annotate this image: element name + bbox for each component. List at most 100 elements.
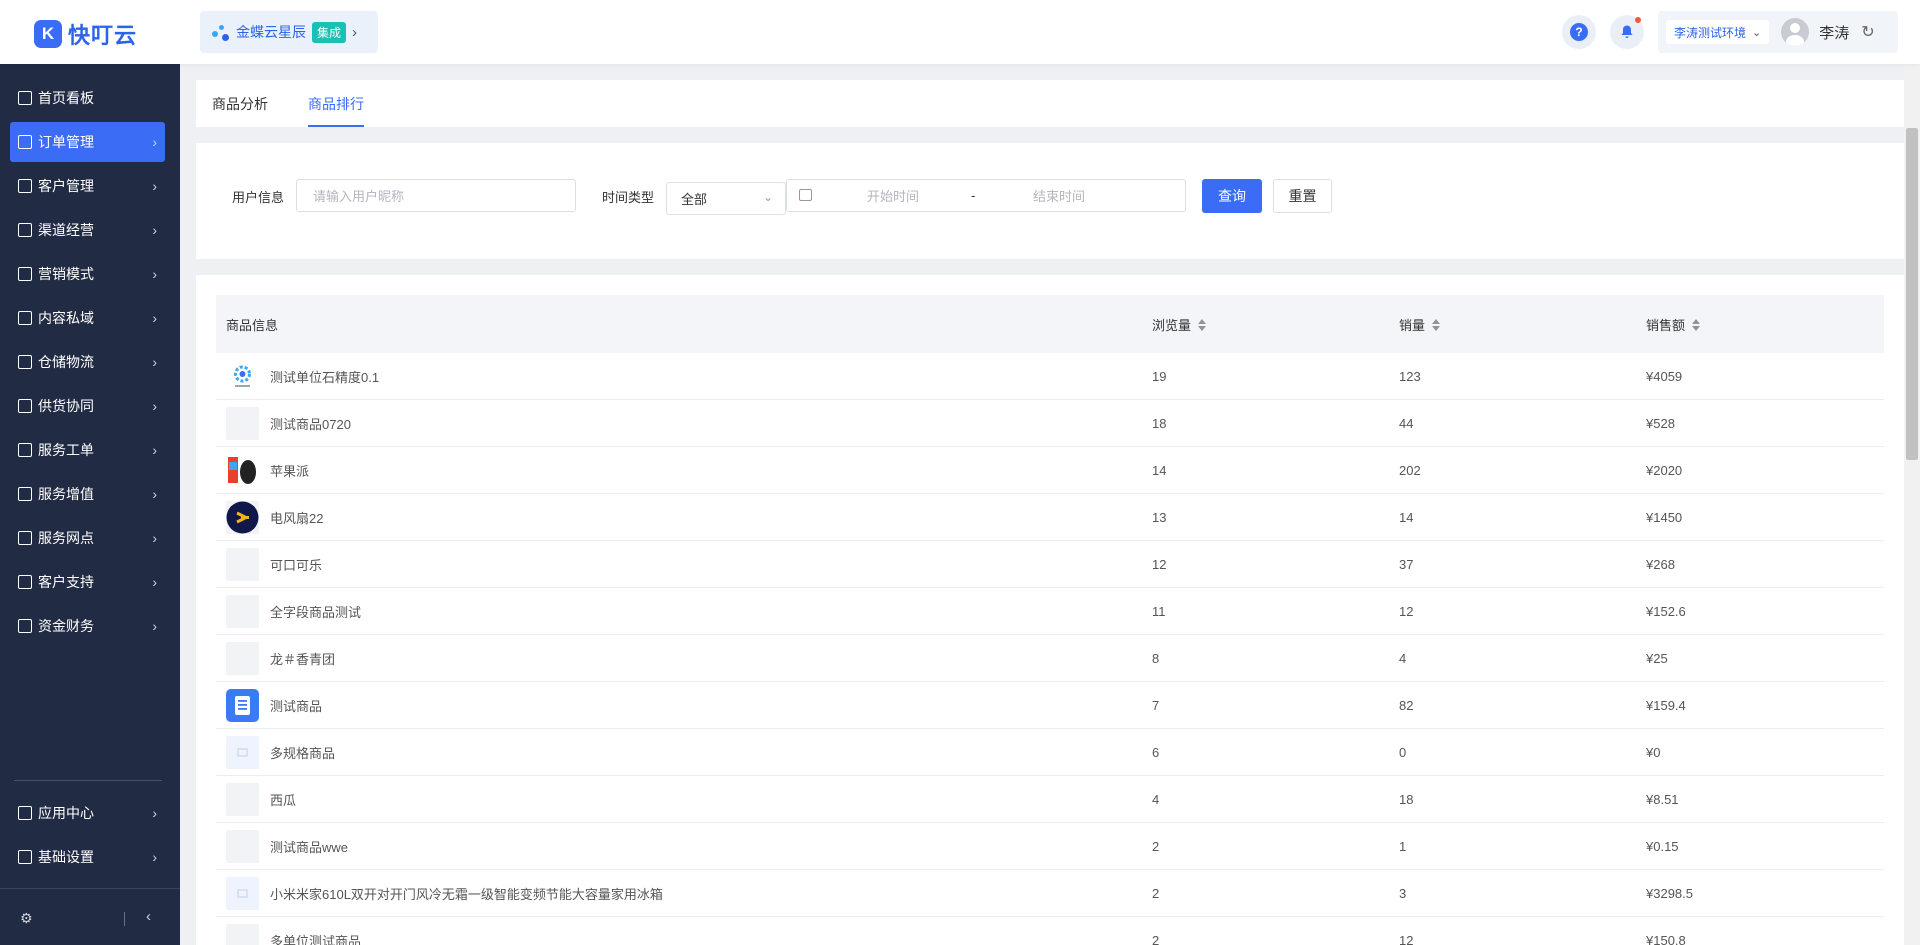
- user-nickname-input[interactable]: 请输入用户昵称: [296, 179, 576, 212]
- views-cell: 12: [1152, 557, 1167, 572]
- table-row[interactable]: 西瓜 4 18 ¥8.51: [216, 776, 1884, 823]
- sidebar-item-label: 营销模式: [38, 266, 94, 282]
- sidebar-item-service-points[interactable]: 服务网点 ›: [10, 518, 165, 558]
- table-row[interactable]: 测试单位石精度0.1 19 123 ¥4059: [216, 353, 1884, 400]
- views-cell: 11: [1152, 604, 1166, 619]
- ticket-icon: [18, 443, 32, 457]
- table-row[interactable]: 电风扇22 13 14 ¥1450: [216, 494, 1884, 541]
- column-header-sales[interactable]: 销量: [1399, 315, 1441, 334]
- help-button[interactable]: ?: [1562, 15, 1596, 49]
- sidebar-item-marketing[interactable]: 营销模式 ›: [10, 254, 165, 294]
- product-name: 测试单位石精度0.1: [270, 370, 380, 385]
- date-range-picker[interactable]: 开始时间 - 结束时间: [786, 179, 1186, 212]
- gear-icon[interactable]: ⚙: [20, 910, 33, 927]
- notification-button[interactable]: [1610, 15, 1644, 49]
- column-header-views[interactable]: 浏览量: [1152, 315, 1207, 334]
- amount-cell: ¥268: [1646, 557, 1675, 572]
- sales-cell: 37: [1399, 557, 1414, 572]
- views-cell: 2: [1152, 933, 1160, 945]
- sidebar-item-orders[interactable]: 订单管理 ›: [10, 122, 165, 162]
- product-name: 可口可乐: [270, 558, 323, 573]
- app-logo[interactable]: K 快叮云: [34, 18, 137, 50]
- scrollbar-thumb[interactable]: [1906, 128, 1918, 460]
- integration-switch[interactable]: 金蝶云星辰 集成 ›: [200, 11, 378, 53]
- refresh-icon[interactable]: ↻: [1861, 22, 1874, 42]
- sidebar-item-value-added[interactable]: 服务增值 ›: [10, 474, 165, 514]
- collapse-sidebar-icon[interactable]: ‹: [146, 908, 151, 925]
- table-row[interactable]: 测试商品 7 82 ¥159.4: [216, 682, 1884, 729]
- sidebar-item-warehouse[interactable]: 仓储物流 ›: [10, 342, 165, 382]
- product-name: 电风扇22: [270, 511, 324, 526]
- sidebar-item-settings[interactable]: 基础设置 ›: [10, 837, 165, 877]
- sidebar-item-label: 渠道经营: [38, 222, 94, 238]
- chevron-right-icon: ›: [152, 222, 157, 238]
- store-icon: [18, 531, 32, 545]
- sort-icon[interactable]: [1198, 318, 1207, 331]
- start-time-input[interactable]: 开始时间: [867, 186, 919, 205]
- chevron-right-icon: ›: [152, 574, 157, 590]
- reset-button[interactable]: 重置: [1273, 179, 1332, 213]
- product-name: 全字段商品测试: [270, 605, 362, 620]
- sidebar-item-content[interactable]: 内容私域 ›: [10, 298, 165, 338]
- bell-icon: [1621, 25, 1633, 38]
- sort-icon[interactable]: [1432, 318, 1441, 331]
- query-button[interactable]: 查询: [1202, 179, 1262, 213]
- sidebar-item-supply[interactable]: 供货协同 ›: [10, 386, 165, 426]
- tab-product-ranking[interactable]: 商品排行: [308, 80, 364, 127]
- integration-badge: 集成: [312, 21, 347, 43]
- column-header-product: 商品信息: [226, 315, 278, 334]
- product-name: 龙＃香青团: [270, 652, 336, 667]
- chevron-right-icon: ›: [152, 442, 157, 458]
- user-name[interactable]: 李涛: [1819, 22, 1849, 43]
- sort-icon[interactable]: [1692, 318, 1701, 331]
- product-name: 测试商品: [270, 699, 323, 714]
- views-cell: 8: [1152, 651, 1160, 666]
- product-name: 多规格商品: [270, 746, 336, 761]
- table-row[interactable]: 多单位测试商品 2 12 ¥150.8: [216, 917, 1884, 945]
- chevron-right-icon: ›: [152, 354, 157, 370]
- order-icon: [18, 135, 32, 149]
- logo-text: 快叮云: [68, 23, 138, 48]
- sales-cell: 1: [1399, 839, 1407, 854]
- table-row[interactable]: 测试商品wwe 2 1 ¥0.15: [216, 823, 1884, 870]
- chevron-right-icon: ›: [352, 23, 358, 41]
- sidebar-item-app-center[interactable]: 应用中心 ›: [10, 793, 165, 833]
- end-time-input[interactable]: 结束时间: [1033, 186, 1085, 205]
- sidebar-item-label: 应用中心: [38, 805, 94, 821]
- sidebar-item-dashboard[interactable]: 首页看板: [10, 78, 165, 118]
- sidebar-item-service-tickets[interactable]: 服务工单 ›: [10, 430, 165, 470]
- chevron-down-icon: ⌄: [1752, 26, 1762, 39]
- sidebar-item-finance[interactable]: 资金财务 ›: [10, 606, 165, 646]
- table-row[interactable]: 可口可乐 12 37 ¥268: [216, 541, 1884, 588]
- views-cell: 2: [1152, 886, 1160, 901]
- sidebar-item-customers[interactable]: 客户管理 ›: [10, 166, 165, 206]
- sales-cell: 3: [1399, 886, 1407, 901]
- product-thumbnail: [226, 548, 259, 581]
- sidebar-item-support[interactable]: 客户支持 ›: [10, 562, 165, 602]
- table-row[interactable]: 龙＃香青团 8 4 ¥25: [216, 635, 1884, 682]
- column-header-amount[interactable]: 销售额: [1646, 315, 1701, 334]
- image-icon: [18, 311, 32, 325]
- amount-cell: ¥0.15: [1646, 839, 1679, 854]
- views-cell: 19: [1152, 369, 1167, 384]
- table-row[interactable]: 苹果派 14 202 ¥2020: [216, 447, 1884, 494]
- sidebar-item-channels[interactable]: 渠道经营 ›: [10, 210, 165, 250]
- user-info-label: 用户信息: [232, 190, 285, 205]
- environment-select[interactable]: 李涛测试环境 ⌄: [1666, 20, 1770, 44]
- sales-cell: 44: [1399, 416, 1414, 431]
- avatar[interactable]: [1781, 18, 1810, 46]
- sales-cell: 123: [1399, 369, 1421, 384]
- time-type-select[interactable]: 全部 ⌄: [666, 182, 786, 215]
- views-cell: 6: [1152, 745, 1160, 760]
- table-row[interactable]: 测试商品0720 18 44 ¥528: [216, 400, 1884, 447]
- table-row[interactable]: 全字段商品测试 11 12 ¥152.6: [216, 588, 1884, 635]
- logo-icon: K: [34, 20, 62, 48]
- table-row[interactable]: 小米米家610L双开对开门风冷无霜一级智能变频节能大容量家用冰箱 2 3 ¥3298.…: [216, 870, 1884, 917]
- table-row[interactable]: 多规格商品 6 0 ¥0: [216, 729, 1884, 776]
- sidebar-item-label: 客户管理: [38, 178, 94, 194]
- sidebar: 首页看板 订单管理 › 客户管理 › 渠道经营 › 营销模式 › 内容私域 › …: [0, 64, 180, 945]
- tab-product-analysis[interactable]: 商品分析: [212, 80, 268, 127]
- product-thumbnail: [226, 595, 259, 628]
- chevron-right-icon: ›: [152, 310, 157, 326]
- sidebar-item-label: 服务增值: [38, 486, 94, 502]
